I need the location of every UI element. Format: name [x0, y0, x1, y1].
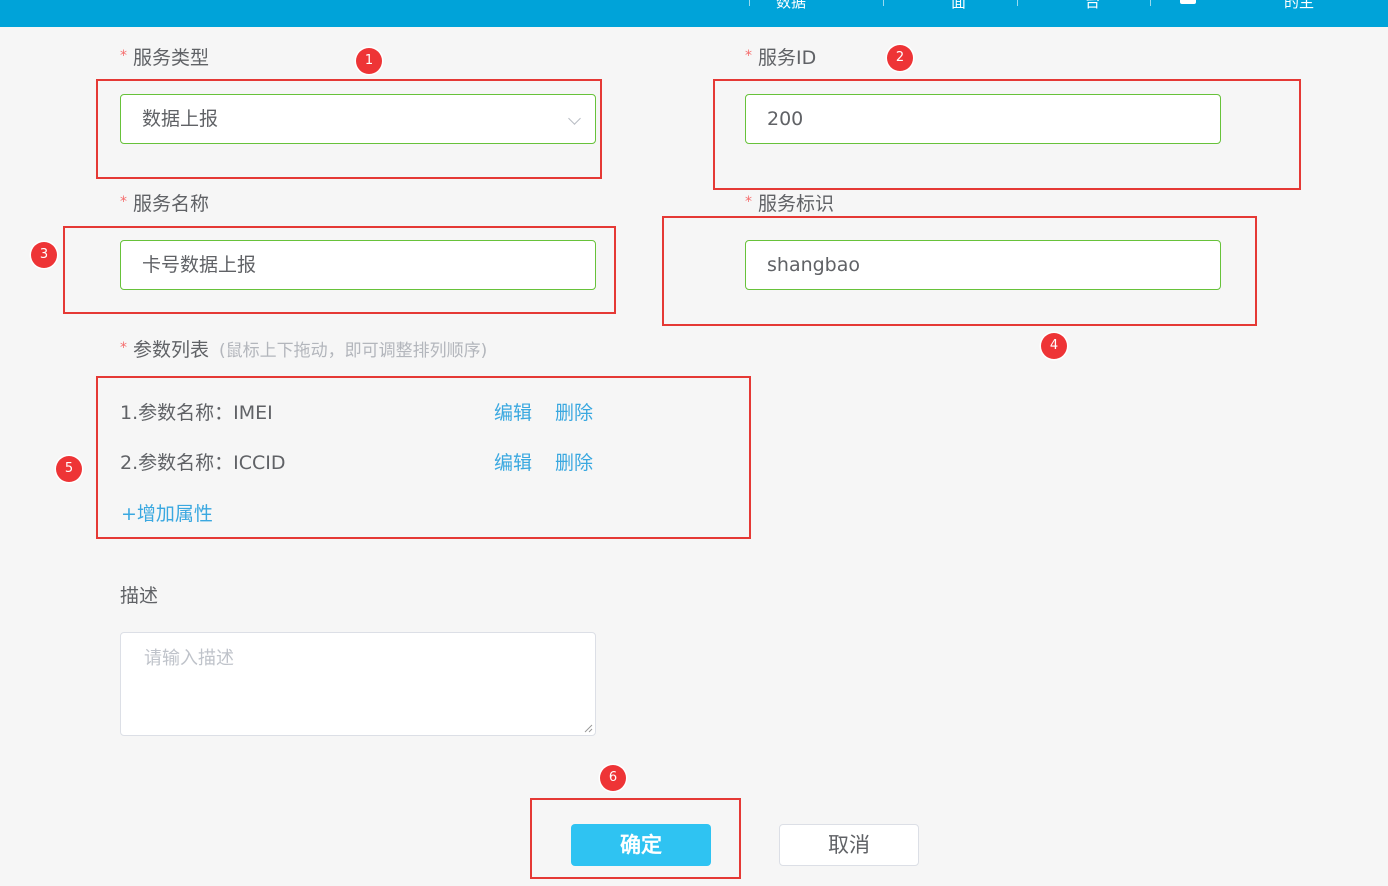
- resize-handle-icon[interactable]: [583, 723, 593, 733]
- service-id-input[interactable]: 200: [745, 94, 1221, 144]
- delete-param-link[interactable]: 删除: [555, 398, 593, 425]
- nav-item-platform[interactable]: 台: [1085, 0, 1100, 12]
- service-type-label: * 服务类型: [120, 47, 210, 69]
- nav-item-panel[interactable]: 面: [951, 0, 966, 12]
- description-textarea[interactable]: 请输入描述: [120, 632, 596, 736]
- param-item-imei[interactable]: 1.参数名称：IMEI: [120, 398, 273, 425]
- user-icon[interactable]: [1180, 0, 1196, 4]
- service-name-label: * 服务名称: [120, 193, 210, 215]
- nav-separator: [749, 0, 750, 6]
- service-key-value: shangbao: [767, 254, 861, 276]
- required-mark: *: [120, 48, 127, 64]
- marker-badge: 6: [600, 765, 626, 791]
- nav-separator: [1150, 0, 1151, 6]
- nav-item-data[interactable]: 数据: [776, 0, 806, 12]
- top-nav-bar: 数据 面 台 的主: [0, 0, 1388, 27]
- marker-badge: 2: [887, 45, 913, 71]
- description-label: 描述: [120, 585, 159, 607]
- cancel-button[interactable]: 取消: [779, 824, 919, 866]
- marker-badge: 4: [1041, 333, 1067, 359]
- add-param-link[interactable]: +增加属性: [121, 499, 213, 526]
- service-id-value: 200: [767, 108, 804, 130]
- service-key-label: * 服务标识: [745, 193, 835, 215]
- nav-separator: [883, 0, 884, 6]
- delete-param-link[interactable]: 删除: [555, 448, 593, 475]
- service-type-value: 数据上报: [142, 108, 219, 130]
- params-label: * 参数列表 (鼠标上下拖动，即可调整排列顺序): [120, 339, 488, 361]
- param-item-iccid[interactable]: 2.参数名称：ICCID: [120, 448, 286, 475]
- required-mark: *: [120, 194, 127, 210]
- edit-param-link[interactable]: 编辑: [494, 448, 532, 475]
- service-key-input[interactable]: shangbao: [745, 240, 1221, 290]
- edit-param-link[interactable]: 编辑: [494, 398, 532, 425]
- nav-item-user[interactable]: 的主: [1284, 0, 1314, 12]
- service-name-input[interactable]: 卡号数据上报: [120, 240, 596, 290]
- service-name-value: 卡号数据上报: [142, 254, 257, 276]
- service-type-select[interactable]: 数据上报: [120, 94, 596, 144]
- required-mark: *: [745, 48, 752, 64]
- service-id-label: * 服务ID: [745, 47, 817, 69]
- marker-badge: 5: [56, 456, 82, 482]
- nav-separator: [1017, 0, 1018, 6]
- description-placeholder: 请输入描述: [144, 648, 234, 669]
- marker-badge: 3: [31, 242, 57, 268]
- marker-badge: 1: [356, 48, 382, 74]
- required-mark: *: [120, 340, 127, 356]
- chevron-down-icon[interactable]: [568, 112, 581, 125]
- required-mark: *: [745, 194, 752, 210]
- params-hint: (鼠标上下拖动，即可调整排列顺序): [219, 341, 488, 361]
- confirm-button[interactable]: 确定: [571, 824, 711, 866]
